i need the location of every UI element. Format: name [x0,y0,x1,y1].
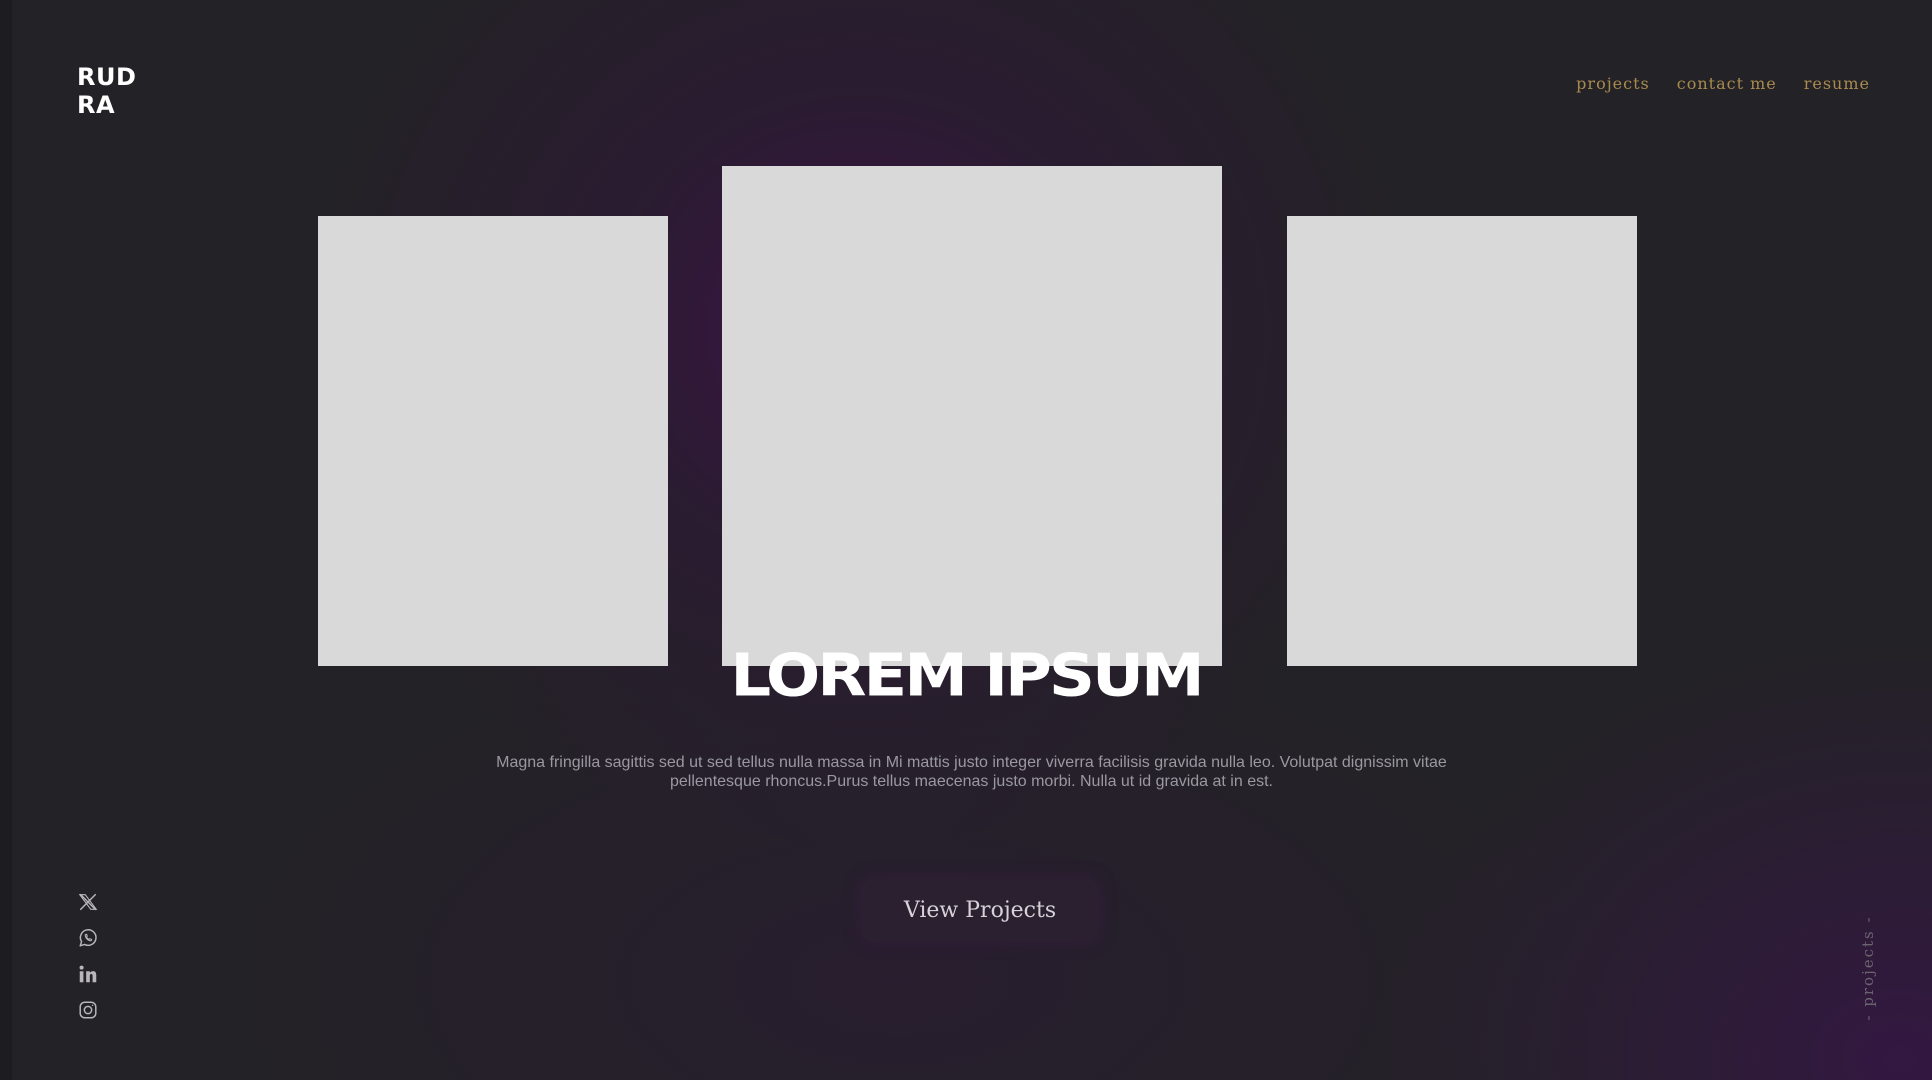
project-card-left[interactable] [318,216,668,666]
linkedin-icon[interactable] [76,962,100,986]
social-links [76,890,100,1034]
view-projects-button[interactable]: View Projects [862,879,1098,941]
logo-line-2: RA [77,91,116,119]
left-edge-strip [0,0,12,1080]
hero-description: Magna fringilla sagittis sed ut sed tell… [496,754,1447,790]
logo[interactable]: RUD RA [77,63,157,119]
side-section-label: - projects - [1859,915,1877,1021]
side-section-indicator: - projects - [1856,915,1880,1021]
page: RUD RA projects contact me resume LOREM … [0,0,1932,1080]
instagram-icon[interactable] [76,998,100,1022]
project-card-center[interactable] [722,166,1222,666]
nav-link-contact-me[interactable]: contact me [1677,74,1777,93]
logo-line-1: RUD [77,63,137,91]
project-card-right[interactable] [1287,216,1637,666]
whatsapp-icon[interactable] [76,926,100,950]
nav-link-resume[interactable]: resume [1804,74,1870,93]
top-nav: projects contact me resume [1576,74,1870,93]
x-twitter-icon[interactable] [76,890,100,914]
hero-title: LOREM IPSUM [730,641,1204,711]
nav-link-projects[interactable]: projects [1576,74,1650,93]
